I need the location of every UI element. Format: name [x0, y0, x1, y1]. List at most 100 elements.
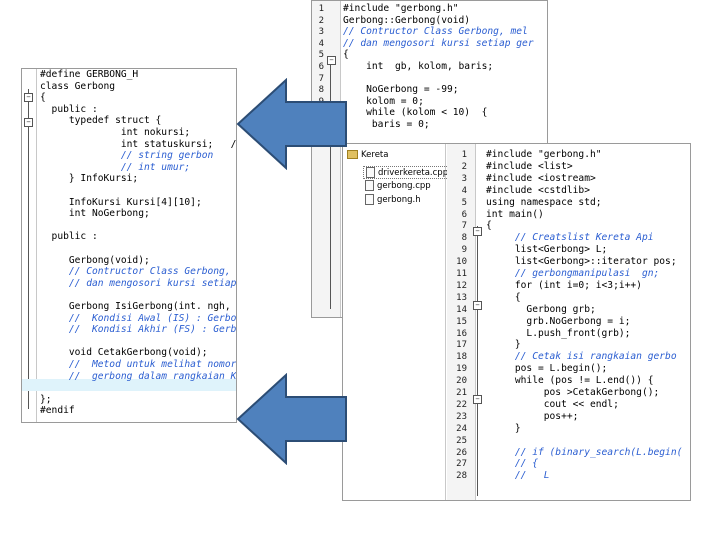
line-number: 11: [456, 269, 467, 279]
code-line: Gerbong(void);: [40, 254, 150, 266]
code-line: int statuskursi; //0: [40, 138, 237, 150]
code-line: // Contructor Class Gerbong, mel: [40, 266, 237, 278]
line-number: 3: [318, 27, 324, 38]
line-number: 2: [318, 15, 324, 26]
line-number: 5: [318, 50, 324, 61]
line-number: 22: [456, 399, 467, 410]
tree-file-driverkereta[interactable]: driverkereta.cpp: [363, 166, 452, 179]
line-number: 6: [318, 62, 324, 72]
code-line: } InfoKursi;: [40, 173, 139, 185]
code-line: // gerbongmanipulasi gn;: [486, 268, 660, 279]
line-number: 27: [456, 459, 467, 470]
fold-toggle-icon[interactable]: −: [24, 93, 33, 102]
code-line: // Creatslist Kereta Api: [486, 232, 654, 244]
code-line: for (int i=0; i<3;i++): [486, 279, 642, 291]
line-number: 6: [461, 209, 467, 220]
line-number: 1: [461, 150, 467, 160]
code-line: list<Gerbong>::iterator pos;: [486, 256, 677, 268]
line-number: 24: [456, 423, 467, 434]
code-line: L.push_front(grb);: [486, 327, 631, 339]
code-line: }: [486, 339, 521, 351]
code-line: Gerbong::Gerbong(void): [343, 14, 471, 26]
code-line: int main(): [486, 208, 544, 220]
tree-file-gerbong-cpp[interactable]: gerbong.cpp: [365, 180, 431, 191]
code-line: // {: [486, 458, 538, 470]
code-line: // Contructor Class Gerbong, mel: [343, 26, 528, 38]
line-number: 14: [456, 304, 467, 315]
project-tree: Kereta driverkereta.cpp gerbong.cpp gerb…: [343, 144, 452, 500]
code-line: {: [486, 291, 521, 303]
code-line: };: [40, 393, 52, 405]
file-icon: [366, 167, 375, 178]
line-number: 9: [461, 245, 467, 256]
line-number: 26: [456, 447, 467, 458]
code-line: #include "gerbong.h": [343, 3, 459, 14]
code-line: #define GERBONG_H: [40, 69, 139, 80]
code-area[interactable]: 1 #include "gerbong.h" 2 #include <list> 3 #i…: [447, 149, 690, 500]
tree-file-label: gerbong.h: [377, 195, 421, 205]
line-number: 4: [318, 38, 324, 49]
line-number: 3: [461, 173, 467, 184]
tree-file-gerbong-h[interactable]: gerbong.h: [365, 194, 421, 205]
line-number: 21: [456, 388, 467, 398]
tree-file-label: driverkereta.cpp: [378, 168, 449, 178]
code-line: baris = 0;: [343, 119, 430, 130]
code-line: pos = L.begin();: [486, 363, 608, 375]
code-line: #include <list>: [486, 160, 573, 172]
code-line: int nokursi;: [40, 127, 191, 138]
code-line: while (pos != L.end()) {: [486, 375, 654, 387]
code-line: void CetakGerbong(void);: [40, 347, 208, 359]
code-line: using namespace std;: [486, 196, 602, 208]
code-line: public :: [40, 231, 98, 243]
code-line: {: [40, 92, 46, 104]
editor-panel-main: Kereta driverkereta.cpp gerbong.cpp gerb…: [342, 143, 691, 501]
code-line: // gerbong dalam rangkaian Kere: [40, 370, 237, 382]
code-line: {: [486, 220, 492, 232]
line-number: 10: [456, 257, 467, 268]
code-line: // Cetak isi rangkaian gerbo: [486, 351, 677, 363]
line-number: 8: [461, 233, 467, 244]
line-number: 2: [461, 161, 467, 172]
arrow-left-icon: [236, 373, 347, 465]
line-number: 28: [456, 471, 467, 482]
tree-folder-label: Kereta: [361, 150, 389, 160]
code-line: pos >CetakGerbong();: [486, 387, 660, 398]
tree-folder-kereta[interactable]: Kereta: [347, 150, 388, 160]
code-line: cout << endl;: [486, 398, 619, 410]
file-icon: [365, 180, 374, 191]
line-number: 5: [461, 197, 467, 208]
line-number: 16: [456, 328, 467, 339]
code-line: // Kondisi Akhir (FS) : Gerbong: [40, 324, 237, 336]
line-number: 19: [456, 364, 467, 375]
line-number: 15: [456, 316, 467, 327]
code-line: #endif: [40, 405, 75, 417]
code-line: Gerbong grb;: [486, 303, 596, 315]
code-line: kolom = 0;: [343, 95, 424, 107]
line-number: 18: [456, 352, 467, 363]
tree-file-label: gerbong.cpp: [377, 181, 431, 191]
code-line: typedef struct {: [40, 115, 162, 127]
code-line: NoGerbong = -99;: [343, 84, 459, 96]
code-line: while (kolom < 10) {: [343, 107, 488, 119]
code-line: public :: [40, 103, 98, 115]
line-number: 13: [456, 292, 467, 303]
code-line: #include <cstdlib>: [486, 184, 590, 196]
fold-line: [28, 89, 29, 409]
code-line: // string gerbon: [40, 150, 214, 162]
line-number: 23: [456, 411, 467, 422]
code-line: // dan mengosori kursi setiap ger: [68, 277, 237, 289]
file-icon: [365, 194, 374, 205]
code-line: // L: [486, 470, 550, 482]
code-line: Gerbong IsiGerbong(int. ngh, In: [40, 301, 237, 312]
code-line: list<Gerbong> L;: [486, 244, 608, 256]
line-number: 7: [461, 221, 467, 232]
code-line: InfoKursi Kursi[4][10];: [40, 196, 202, 208]
fold-toggle-icon[interactable]: −: [24, 118, 33, 127]
code-line: {: [343, 49, 349, 61]
code-line: }: [486, 422, 521, 434]
code-line: #include "gerbong.h": [486, 149, 602, 160]
code-area[interactable]: #define GERBONG_H class Gerbong{ public :…: [40, 69, 236, 422]
line-number: 12: [456, 280, 467, 291]
line-number: 17: [456, 340, 467, 351]
code-line: grb.NoGerbong = i;: [486, 315, 631, 327]
